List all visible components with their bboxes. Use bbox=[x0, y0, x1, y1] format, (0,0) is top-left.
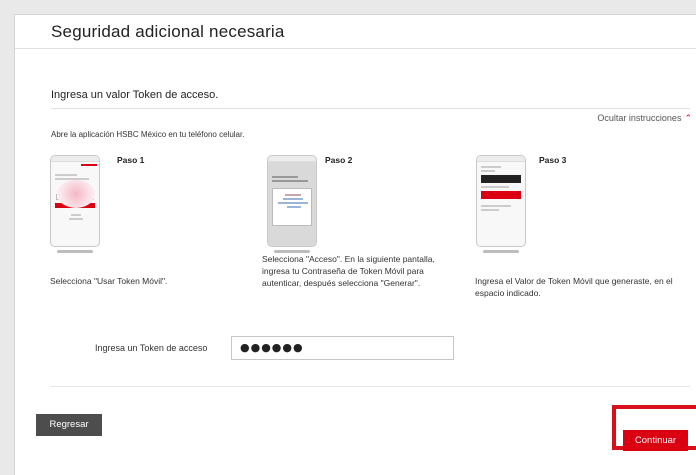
chevron-up-icon: ⌃ bbox=[684, 113, 692, 123]
step-2-phone-image bbox=[267, 155, 317, 247]
step-1-title: Paso 1 bbox=[117, 155, 145, 165]
step-3-text: Ingresa el Valor de Token Móvil que gene… bbox=[475, 276, 673, 298]
page-title: Seguridad adicional necesaria bbox=[51, 22, 285, 41]
step-2-text: Selecciona "Acceso". En la siguiente pan… bbox=[262, 254, 435, 288]
continue-button[interactable]: Continuar bbox=[623, 430, 688, 451]
back-button[interactable]: Regresar bbox=[36, 414, 102, 436]
subtitle-divider bbox=[51, 108, 690, 109]
step-1-phone-image bbox=[50, 155, 100, 247]
instructions-intro: Abre la aplicación HSBC México en tu tel… bbox=[51, 130, 245, 139]
step-2-title: Paso 2 bbox=[325, 155, 353, 165]
step-3-title: Paso 3 bbox=[539, 155, 567, 165]
footer-divider bbox=[51, 386, 690, 387]
form-subtitle: Ingresa un valor Token de acceso. bbox=[51, 89, 219, 101]
step-3-phone-image bbox=[476, 155, 526, 247]
token-label: Ingresa un Token de acceso bbox=[95, 343, 208, 353]
step-1-text: Selecciona "Usar Token Móvil". bbox=[50, 276, 168, 286]
hide-instructions-label: Ocultar instrucciones bbox=[597, 113, 682, 123]
hide-instructions-link[interactable]: Ocultar instrucciones ⌃ bbox=[597, 113, 692, 124]
security-card: Seguridad adicional necesaria Ingresa un… bbox=[14, 14, 696, 475]
title-divider bbox=[15, 48, 696, 49]
token-input[interactable]: ●●●●●● bbox=[231, 336, 454, 360]
